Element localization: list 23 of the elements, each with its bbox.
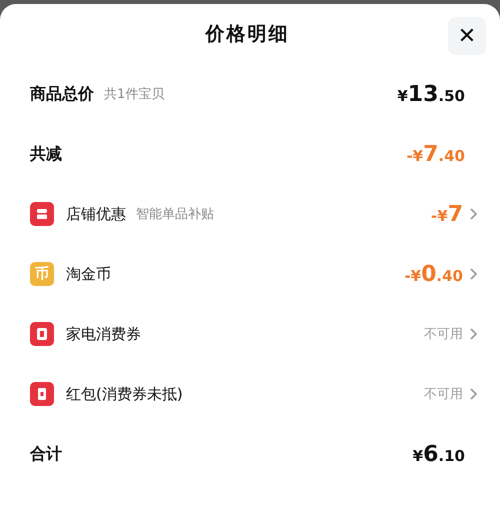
chevron-icon [469,328,477,340]
chevron-icon [469,388,477,400]
sheet-title: 价格明细 [206,22,290,47]
chevron-icon [469,208,477,220]
row-note: 共1件宝贝 [104,86,164,103]
status-text: 不可用 [424,326,463,343]
close-button[interactable]: ✕ [448,17,486,55]
coin-icon: 币 [30,262,54,286]
chevron-icon [469,268,477,280]
price: ¥13.50 [397,82,465,106]
row-note: 智能单品补贴 [136,206,214,223]
price: -¥7.40 [406,142,465,166]
row-label: 店铺优惠 [66,204,126,224]
status-text: 不可用 [424,386,463,403]
row-label: 红包(消费券未抵) [66,384,183,404]
row-label: 商品总价 [30,84,94,104]
row-label: 共减 [30,144,62,164]
row-label: 淘金币 [66,264,111,284]
price: -¥0.40 [404,262,463,286]
row-label: 家电消费券 [66,324,141,344]
row-label: 合计 [30,444,62,464]
price: -¥7 [431,202,463,226]
price: ¥6.10 [412,442,465,466]
